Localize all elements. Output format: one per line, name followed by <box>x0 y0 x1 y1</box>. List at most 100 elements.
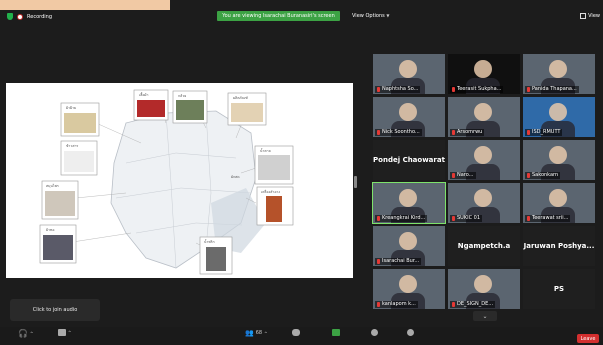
participant-tile[interactable]: Nick Soontho... <box>373 97 445 137</box>
mic-muted-icon <box>377 302 380 307</box>
participant-tile[interactable]: Kreangkrai Kird... <box>372 182 446 224</box>
shared-screen[interactable]: ผ้าฝ้าย เสื้อผ้า กล้วย ผลิตภัณฑ์ ข้าวสาร… <box>6 83 353 278</box>
participant-name: ISD_RMUTT <box>532 129 561 135</box>
mic-muted-icon <box>527 87 530 92</box>
chat-icon <box>292 329 300 336</box>
mic-muted-icon <box>377 87 380 92</box>
participants-button[interactable]: 👥 68 ^ <box>245 329 267 337</box>
map-label: น้ำตาล <box>260 148 271 153</box>
participant-name: Isarachai Bur... <box>382 258 420 264</box>
participant-name-label: Sakonkarn <box>525 172 561 179</box>
participant-tile[interactable]: Panida Thapana... <box>523 54 595 94</box>
participant-name: Jaruwan Poshya... <box>523 242 595 250</box>
participant-video <box>474 146 492 164</box>
participant-tile[interactable]: Jaruwan Poshya... <box>523 226 595 266</box>
participant-name: kanlapom k... <box>382 301 416 307</box>
participant-name-label: Kreangkrai Kird... <box>375 215 428 222</box>
participant-video <box>474 103 492 121</box>
zoom-meeting-window: Recording You are viewing Isarachai Bura… <box>0 0 603 345</box>
chat-button[interactable] <box>292 329 300 336</box>
participant-video <box>549 189 567 207</box>
view-options-label: View Options <box>352 13 385 19</box>
participant-name-label: Panida Thapana... <box>525 86 579 93</box>
video-off-icon <box>58 329 66 336</box>
participant-tile[interactable]: Naro... <box>448 140 520 180</box>
viewing-screen-banner: You are viewing Isarachai Buranasiri's s… <box>217 11 340 21</box>
participant-video <box>474 189 492 207</box>
record-button[interactable] <box>371 329 378 336</box>
participant-name: Teerasit Sukpha... <box>457 86 502 92</box>
mic-muted-icon <box>452 302 455 307</box>
participant-tile[interactable]: Ngampetch.a <box>448 226 520 266</box>
province-map-slide: ผ้าฝ้าย เสื้อผ้า กล้วย ผลิตภัณฑ์ ข้าวสาร… <box>6 83 353 278</box>
participant-name: SUKIC 01 <box>457 215 481 221</box>
map-label: น้ำพริก <box>204 239 215 244</box>
participant-video <box>399 232 417 250</box>
mic-muted-icon <box>377 259 380 264</box>
record-icon <box>371 329 378 336</box>
participant-tile[interactable]: DE_SIGN_DE... <box>448 269 520 309</box>
share-screen-button[interactable] <box>332 329 340 336</box>
video-button[interactable]: ^ <box>58 329 71 336</box>
participant-name-label: DE_SIGN_DE... <box>450 301 496 308</box>
participant-tile[interactable]: Naphtsha So... <box>373 54 445 94</box>
participant-tile[interactable]: Pondej Chaowarat <box>373 140 445 180</box>
audio-button[interactable]: 🎧 ^ <box>18 329 33 338</box>
participant-video <box>474 275 492 293</box>
participant-tile[interactable]: ISD_RMUTT <box>523 97 595 137</box>
participants-icon: 👥 <box>245 329 254 337</box>
participant-name: DE_SIGN_DE... <box>457 301 494 307</box>
mic-muted-icon <box>377 216 380 221</box>
participant-name-label: Isarachai Bur... <box>375 258 422 265</box>
mic-muted-icon <box>527 130 530 135</box>
mic-muted-icon <box>452 216 455 221</box>
mic-muted-icon <box>377 130 380 135</box>
participant-tile[interactable]: Isarachai Bur... <box>373 226 445 266</box>
participant-name-label: Arsomrwu <box>450 129 485 136</box>
view-mode-button[interactable]: View <box>580 13 600 19</box>
participant-name: Naphtsha So... <box>382 86 419 92</box>
participant-name: Sakonkarn <box>532 172 559 178</box>
participant-name: Kreangkrai Kird... <box>382 215 426 221</box>
participant-video <box>399 60 417 78</box>
meeting-controls: 🎧 ^ ^ 👥 68 ^ Leave <box>0 327 603 345</box>
reactions-button[interactable] <box>407 329 414 336</box>
security-shield-icon[interactable] <box>7 13 13 20</box>
record-icon <box>17 13 23 20</box>
mic-muted-icon <box>452 173 455 178</box>
reactions-icon <box>407 329 414 336</box>
participant-tile[interactable]: Sakonkarn <box>523 140 595 180</box>
participants-count: 68 <box>255 330 263 336</box>
participant-tile[interactable]: Arsomrwu <box>448 97 520 137</box>
participant-tile[interactable]: PS <box>523 269 595 309</box>
participant-tile[interactable]: kanlapom k... <box>373 269 445 309</box>
panel-resize-handle[interactable] <box>354 176 357 188</box>
participant-video <box>549 60 567 78</box>
map-label: ผักสด <box>231 175 240 179</box>
participant-name-label: SUKIC 01 <box>450 215 483 222</box>
view-options-button[interactable]: View Options ▼ <box>352 13 389 19</box>
participant-name: Arsomrwu <box>457 129 483 135</box>
chevron-down-icon: ⌄ <box>482 312 488 320</box>
participant-tile[interactable]: Teerawat srii... <box>523 183 595 223</box>
mic-muted-icon <box>452 130 455 135</box>
map-label: ข้าวสาร <box>66 144 78 148</box>
chevron-up-icon: ^ <box>68 330 72 335</box>
map-label: กล้วย <box>178 94 186 98</box>
mic-muted-icon <box>527 173 530 178</box>
participant-name-label: Teerawat srii... <box>525 215 571 222</box>
participant-video <box>549 103 567 121</box>
gallery-next-page-button[interactable]: ⌄ <box>473 311 497 321</box>
recording-indicator[interactable]: Recording <box>7 13 52 20</box>
participant-video <box>549 146 567 164</box>
participant-name: Teerawat srii... <box>532 215 569 221</box>
participant-name-label: Teerasit Sukpha... <box>450 86 504 93</box>
participant-tile[interactable]: SUKIC 01 <box>448 183 520 223</box>
join-audio-button[interactable]: Click to join audio <box>10 299 100 321</box>
participant-video <box>474 60 492 78</box>
leave-button[interactable]: Leave <box>577 334 599 343</box>
participant-tile[interactable]: Teerasit Sukpha... <box>448 54 520 94</box>
participant-name-label: Nick Soontho... <box>375 129 422 136</box>
participant-video <box>399 103 417 121</box>
participant-name: Panida Thapana... <box>532 86 577 92</box>
